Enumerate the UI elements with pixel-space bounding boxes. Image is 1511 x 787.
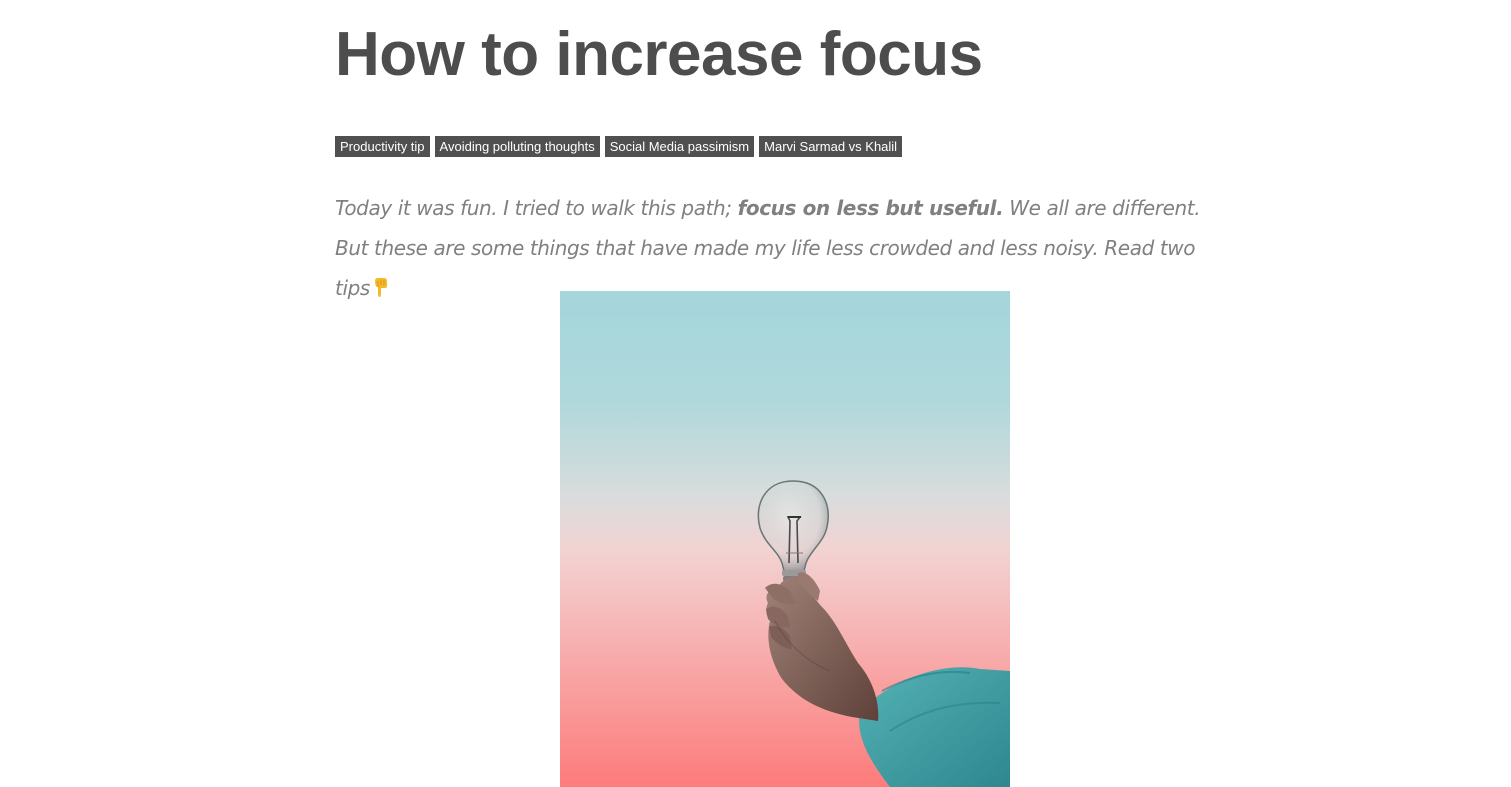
intro-text-start: Today it was fun. I tried to walk this p… bbox=[335, 196, 738, 220]
hero-image bbox=[560, 291, 1010, 787]
tag-avoiding-polluting-thoughts[interactable]: Avoiding polluting thoughts bbox=[434, 136, 600, 157]
article-page: How to increase focus Productivity tip A… bbox=[0, 0, 1511, 787]
tag-social-media-passimism[interactable]: Social Media passimism bbox=[604, 136, 755, 157]
intro-text-bold: focus on less but useful. bbox=[737, 196, 1004, 220]
tag-list: Productivity tip Avoiding polluting thou… bbox=[335, 136, 903, 157]
tag-productivity-tip[interactable]: Productivity tip bbox=[335, 136, 430, 157]
page-title: How to increase focus bbox=[335, 20, 983, 89]
tag-marvi-sarmad-vs-khalil[interactable]: Marvi Sarmad vs Khalil bbox=[759, 136, 903, 157]
point-down-icon bbox=[372, 271, 390, 311]
